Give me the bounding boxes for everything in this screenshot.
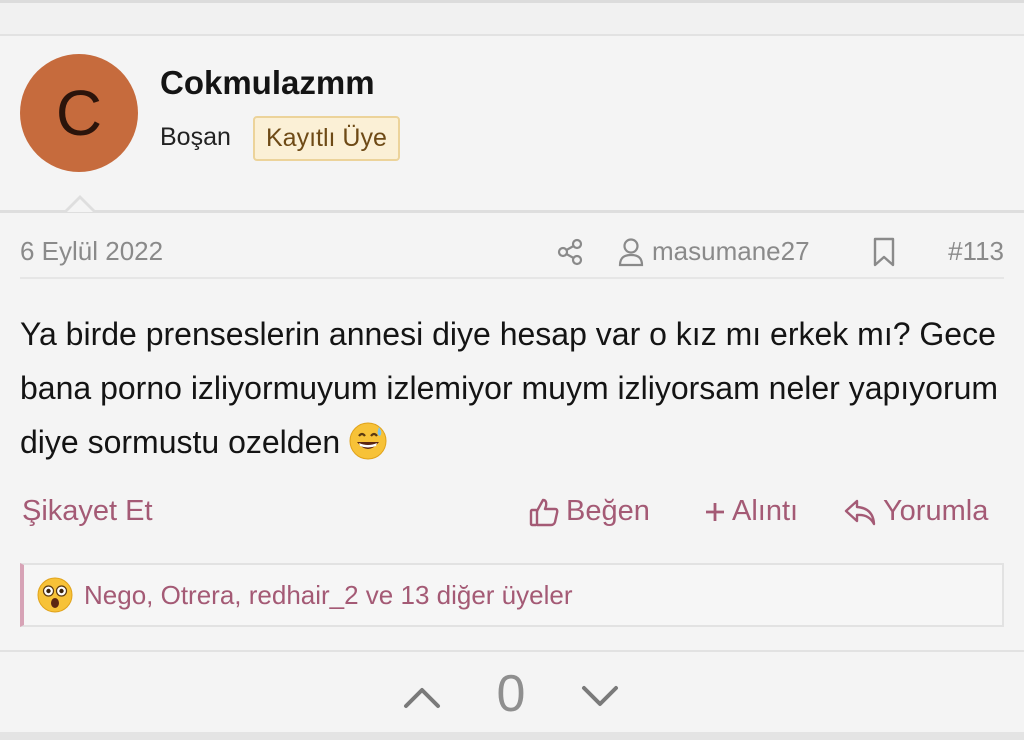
reply-button[interactable]: Yorumla — [843, 495, 988, 528]
user-icon — [618, 237, 644, 266]
chevron-down-icon[interactable] — [580, 676, 620, 716]
vote-bar: 0 — [0, 650, 1024, 740]
post-author-name: masumane27 — [652, 236, 810, 266]
report-button[interactable]: Şikayet Et — [22, 495, 153, 528]
post-author[interactable]: masumane27 — [618, 236, 810, 267]
post: 6 Eylül 2022 masumane27 #113 Ya birde pr… — [0, 213, 1024, 650]
username-link[interactable]: Cokmulazmm — [160, 64, 375, 102]
user-title: Boşan — [160, 123, 231, 151]
plus-icon — [706, 502, 724, 521]
astonished-emoji-icon — [37, 577, 73, 613]
reactions-bar[interactable]: Nego, Otrera, redhair_2 ve 13 diğer üyel… — [20, 563, 1004, 627]
post-number[interactable]: #113 — [948, 236, 1004, 267]
quote-label: Alıntı — [732, 495, 799, 527]
post-date[interactable]: 6 Eylül 2022 — [20, 236, 163, 267]
vote-count: 0 — [496, 665, 526, 723]
chevron-up-icon[interactable] — [402, 676, 442, 716]
grinning-sweat-emoji-icon — [348, 421, 388, 477]
avatar-letter: C — [55, 77, 103, 149]
share-icon[interactable] — [555, 237, 585, 267]
reactions-text: Nego, Otrera, redhair_2 ve 13 diğer üyel… — [84, 579, 573, 610]
quote-button[interactable]: Alıntı — [704, 495, 798, 528]
thumbs-up-icon — [529, 498, 559, 526]
pointer-arrow-inner — [67, 199, 93, 212]
reply-arrow-icon — [844, 499, 876, 525]
like-label: Beğen — [566, 495, 650, 527]
user-badge: Kayıtlı Üye — [253, 116, 400, 161]
post-meta: 6 Eylül 2022 masumane27 #113 — [20, 233, 1004, 279]
top-bar — [0, 0, 1024, 36]
like-button[interactable]: Beğen — [528, 495, 650, 528]
user-info: C Cokmulazmm Boşan Kayıtlı Üye — [0, 36, 1024, 212]
reply-label: Yorumla — [883, 495, 989, 527]
bottom-border — [0, 732, 1024, 740]
post-text: Ya birde prenseslerin annesi diye hesap … — [20, 316, 999, 460]
avatar[interactable]: C — [20, 54, 138, 172]
post-actions: Şikayet Et Beğen Alıntı Yorumla — [20, 493, 1004, 533]
bookmark-icon[interactable] — [872, 237, 896, 267]
post-body: Ya birde prenseslerin annesi diye hesap … — [20, 307, 1010, 477]
